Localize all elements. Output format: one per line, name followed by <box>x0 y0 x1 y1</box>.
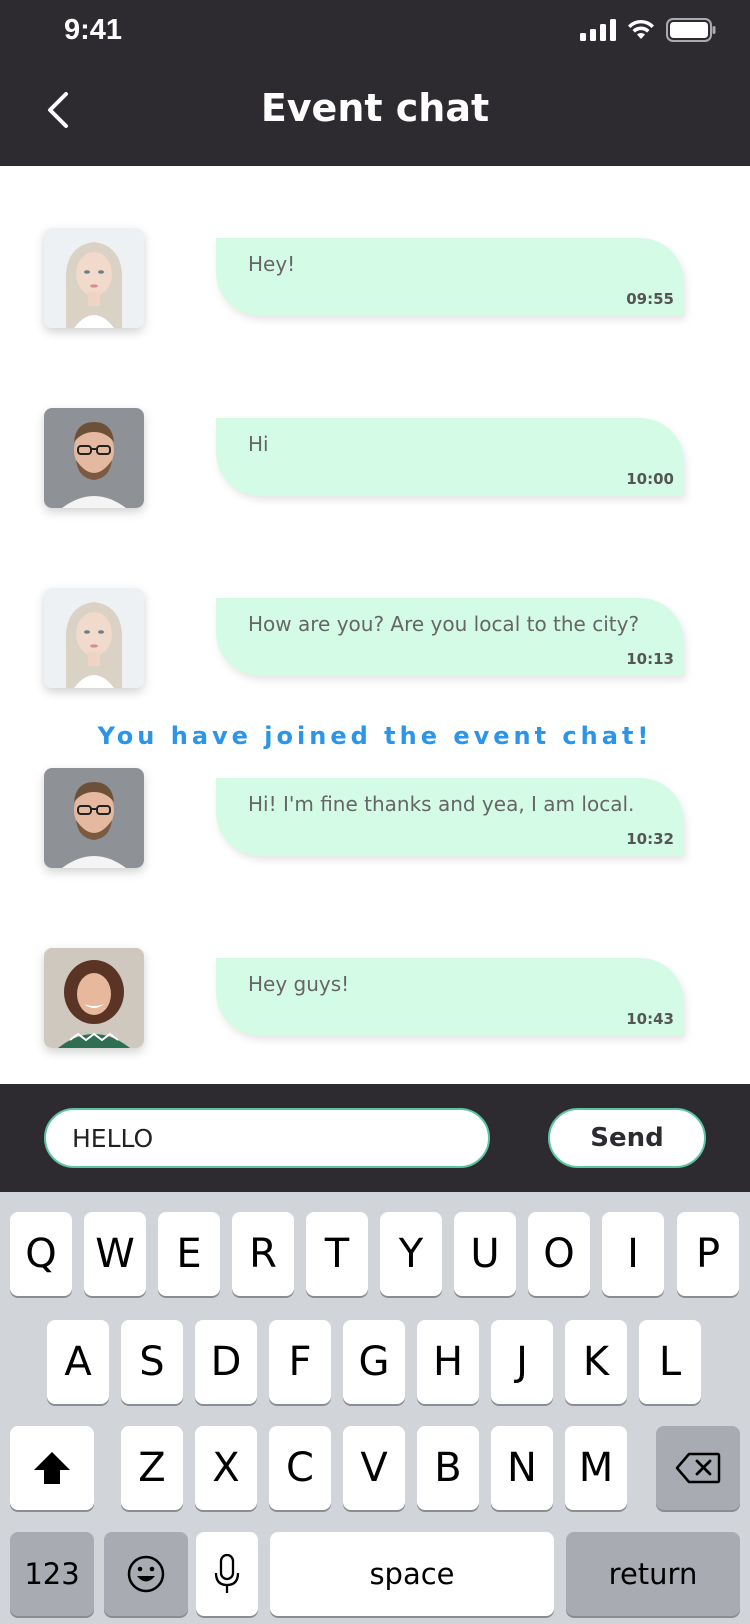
message-row: How are you? Are you local to the city? … <box>0 588 750 698</box>
key-c[interactable]: C <box>269 1426 331 1510</box>
message-text: Hi <box>248 432 269 456</box>
key-s[interactable]: S <box>121 1320 183 1404</box>
shift-key[interactable] <box>10 1426 94 1510</box>
key-j[interactable]: J <box>491 1320 553 1404</box>
key-r[interactable]: R <box>232 1212 294 1296</box>
message-row: Hi! I'm fine thanks and yea, I am local.… <box>0 768 750 878</box>
status-icons <box>580 18 716 42</box>
message-bubble[interactable]: Hey guys! 10:43 <box>216 958 684 1036</box>
message-time: 10:43 <box>626 1010 674 1028</box>
message-text: Hey guys! <box>248 972 350 996</box>
key-q[interactable]: Q <box>10 1212 72 1296</box>
keyboard: Q W E R T Y U O I P A S D F G H J K L Z … <box>0 1192 750 1624</box>
key-u[interactable]: U <box>454 1212 516 1296</box>
key-p[interactable]: P <box>677 1212 739 1296</box>
message-bubble[interactable]: Hey! 09:55 <box>216 238 684 316</box>
key-i[interactable]: I <box>602 1212 664 1296</box>
key-e[interactable]: E <box>158 1212 220 1296</box>
message-row: Hey! 09:55 <box>0 228 750 338</box>
numbers-key[interactable]: 123 <box>10 1532 94 1616</box>
message-bubble[interactable]: Hi 10:00 <box>216 418 684 496</box>
man-glasses-avatar[interactable] <box>44 408 144 508</box>
return-key[interactable]: return <box>566 1532 740 1616</box>
key-t[interactable]: T <box>306 1212 368 1296</box>
wifi-icon <box>628 19 654 39</box>
blonde-woman-avatar[interactable] <box>44 588 144 688</box>
key-b[interactable]: B <box>417 1426 479 1510</box>
backspace-icon <box>675 1452 721 1484</box>
key-k[interactable]: K <box>565 1320 627 1404</box>
composer-bar: Send <box>0 1084 750 1192</box>
key-l[interactable]: L <box>639 1320 701 1404</box>
delete-key[interactable] <box>656 1426 740 1510</box>
key-g[interactable]: G <box>343 1320 405 1404</box>
emoji-key[interactable] <box>104 1532 188 1616</box>
page-title: Event chat <box>260 86 490 130</box>
key-a[interactable]: A <box>47 1320 109 1404</box>
key-d[interactable]: D <box>195 1320 257 1404</box>
blonde-woman-avatar[interactable] <box>44 228 144 328</box>
message-row: Hi 10:00 <box>0 408 750 518</box>
message-text: How are you? Are you local to the city? <box>248 612 640 636</box>
key-w[interactable]: W <box>84 1212 146 1296</box>
curly-woman-avatar[interactable] <box>44 948 144 1048</box>
man-glasses-avatar[interactable] <box>44 768 144 868</box>
emoji-icon <box>127 1555 165 1593</box>
key-x[interactable]: X <box>195 1426 257 1510</box>
message-row: Hey guys! 10:43 <box>0 948 750 1058</box>
message-input[interactable] <box>44 1108 490 1168</box>
status-time: 9:41 <box>64 14 123 46</box>
shift-arrow-icon <box>34 1452 70 1484</box>
key-f[interactable]: F <box>269 1320 331 1404</box>
battery-icon <box>666 18 716 42</box>
key-m[interactable]: M <box>565 1426 627 1510</box>
send-button[interactable]: Send <box>548 1108 706 1168</box>
message-time: 10:32 <box>626 830 674 848</box>
message-text: Hey! <box>248 252 296 276</box>
dictation-key[interactable] <box>196 1532 258 1616</box>
message-time: 10:13 <box>626 650 674 668</box>
message-bubble[interactable]: How are you? Are you local to the city? … <box>216 598 684 676</box>
key-z[interactable]: Z <box>121 1426 183 1510</box>
key-h[interactable]: H <box>417 1320 479 1404</box>
message-text: Hi! I'm fine thanks and yea, I am local. <box>248 792 635 816</box>
message-time: 09:55 <box>626 290 674 308</box>
key-v[interactable]: V <box>343 1426 405 1510</box>
chat-area[interactable]: Hey! 09:55 Hi 10:00 How are you? Are you… <box>0 166 750 1084</box>
microphone-icon <box>214 1553 240 1593</box>
key-o[interactable]: O <box>528 1212 590 1296</box>
signal-icon <box>580 19 616 41</box>
key-y[interactable]: Y <box>380 1212 442 1296</box>
message-time: 10:00 <box>626 470 674 488</box>
header: 9:41 Event chat <box>0 0 750 166</box>
key-n[interactable]: N <box>491 1426 553 1510</box>
space-key[interactable]: space <box>270 1532 554 1616</box>
message-bubble[interactable]: Hi! I'm fine thanks and yea, I am local.… <box>216 778 684 856</box>
join-notice: You have joined the event chat! <box>97 722 653 750</box>
